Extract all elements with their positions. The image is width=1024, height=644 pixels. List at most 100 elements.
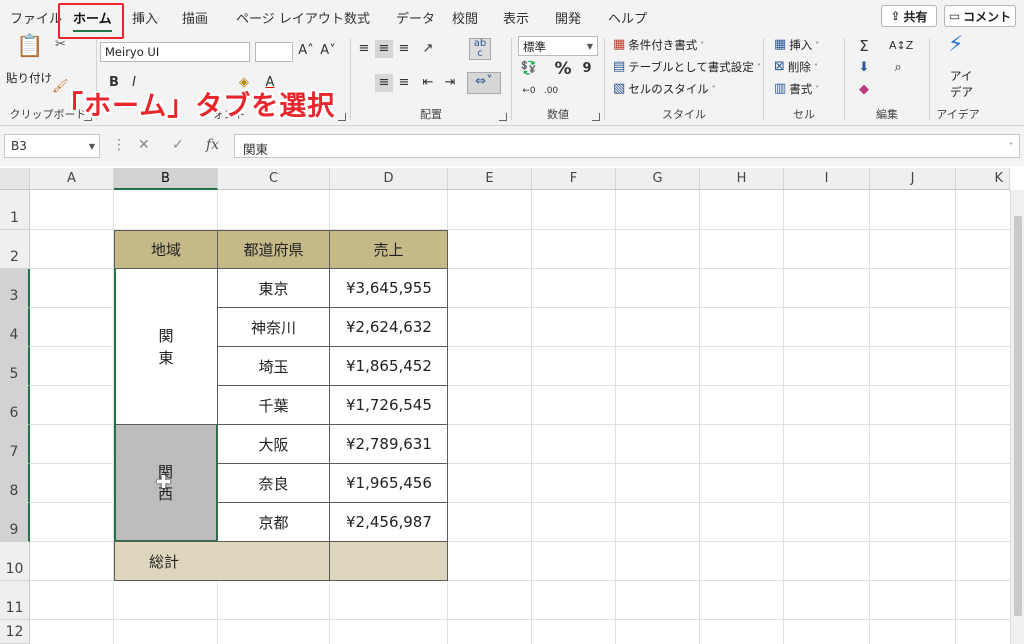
delete-cells-button[interactable]: ⊠ 削除 ˅ bbox=[774, 59, 818, 75]
insert-cells-button[interactable]: ▦ 挿入 ˅ bbox=[774, 37, 819, 53]
align-middle-icon[interactable]: ≡ bbox=[375, 40, 393, 58]
share-button[interactable]: ⇪ 共有 bbox=[881, 5, 937, 27]
comment-button[interactable]: ▭ コメント bbox=[944, 5, 1016, 27]
paste-button[interactable]: 貼り付け bbox=[6, 70, 52, 86]
fill-icon[interactable]: ⬇ bbox=[855, 59, 873, 77]
tab-draw[interactable]: 描画 bbox=[182, 8, 208, 27]
total-label-cell[interactable]: 総計 bbox=[114, 541, 330, 581]
table-header-region[interactable]: 地域 bbox=[114, 230, 218, 269]
column-header-k[interactable]: K bbox=[956, 168, 1010, 190]
align-center-icon[interactable]: ≡ bbox=[375, 74, 393, 92]
tab-file[interactable]: ファイル bbox=[10, 8, 62, 27]
format-cells-button[interactable]: ▥ 書式 ˅ bbox=[774, 81, 819, 97]
row-header-5[interactable]: 5 bbox=[0, 347, 30, 386]
ideas-label-2[interactable]: デア bbox=[950, 84, 973, 100]
cell-styles-button[interactable]: ▧ セルのスタイル ˅ bbox=[613, 81, 716, 97]
region-cell-kanto[interactable]: 関 東 bbox=[114, 268, 218, 425]
table-row-sales[interactable]: ¥3,645,955 bbox=[329, 268, 448, 308]
select-all-corner[interactable] bbox=[0, 168, 30, 190]
table-row-sales[interactable]: ¥2,456,987 bbox=[329, 502, 448, 542]
ideas-label-1[interactable]: アイ bbox=[950, 68, 972, 84]
tab-view[interactable]: 表示 bbox=[503, 8, 529, 27]
row-header-10[interactable]: 10 bbox=[0, 542, 30, 581]
decrease-decimal-icon[interactable]: .00 bbox=[542, 82, 560, 100]
row-header-4[interactable]: 4 bbox=[0, 308, 30, 347]
wrap-text-icon[interactable]: ab c bbox=[469, 38, 491, 60]
increase-decimal-icon[interactable]: ←0 bbox=[520, 82, 538, 100]
comma-button[interactable]: 9 bbox=[578, 60, 596, 78]
row-header-6[interactable]: 6 bbox=[0, 386, 30, 425]
row-header-12[interactable]: 12 bbox=[0, 620, 30, 644]
find-select-icon[interactable]: ⌕ bbox=[889, 59, 907, 77]
tab-data[interactable]: データ bbox=[396, 8, 435, 27]
table-row-prefecture[interactable]: 埼玉 bbox=[217, 346, 330, 386]
column-header-d[interactable]: D bbox=[330, 168, 448, 190]
paste-icon[interactable]: 📋 bbox=[16, 36, 43, 58]
formula-input[interactable]: 関東 ˅ bbox=[234, 134, 1020, 158]
tab-developer[interactable]: 開発 bbox=[555, 8, 581, 27]
row-header-8[interactable]: 8 bbox=[0, 464, 30, 503]
column-header-f[interactable]: F bbox=[532, 168, 616, 190]
grow-font-icon[interactable]: A˄ bbox=[297, 42, 315, 60]
align-right-icon[interactable]: ≡ bbox=[395, 74, 413, 92]
total-value-cell[interactable] bbox=[329, 541, 448, 581]
column-header-i[interactable]: I bbox=[784, 168, 870, 190]
merge-center-icon[interactable]: ⇔˅ bbox=[467, 72, 501, 94]
percent-button[interactable]: % bbox=[554, 60, 572, 78]
font-name-select[interactable]: Meiryo UI bbox=[100, 42, 250, 62]
table-row-prefecture[interactable]: 京都 bbox=[217, 502, 330, 542]
table-row-sales[interactable]: ¥2,789,631 bbox=[329, 424, 448, 464]
scissors-icon[interactable]: ✂ bbox=[55, 38, 66, 52]
expand-formula-icon[interactable]: ˅ bbox=[1009, 142, 1013, 151]
conditional-formatting-button[interactable]: ▦ 条件付き書式 ˅ bbox=[613, 37, 704, 53]
table-row-prefecture[interactable]: 大阪 bbox=[217, 424, 330, 464]
autosum-icon[interactable]: Σ bbox=[855, 37, 873, 55]
tab-review[interactable]: 校閲 bbox=[452, 8, 478, 27]
row-header-11[interactable]: 11 bbox=[0, 581, 30, 620]
alignment-launcher-icon[interactable] bbox=[499, 113, 507, 121]
column-header-j[interactable]: J bbox=[870, 168, 956, 190]
align-top-icon[interactable]: ≡ bbox=[355, 40, 373, 58]
table-row-sales[interactable]: ¥1,965,456 bbox=[329, 463, 448, 503]
lightning-icon[interactable]: ⚡ bbox=[948, 34, 963, 56]
column-header-e[interactable]: E bbox=[448, 168, 532, 190]
orientation-icon[interactable]: ↗ bbox=[419, 40, 437, 58]
row-header-7[interactable]: 7 bbox=[0, 425, 30, 464]
column-header-c[interactable]: C bbox=[218, 168, 330, 190]
increase-indent-icon[interactable]: ⇥ bbox=[441, 74, 459, 92]
column-header-b[interactable]: B bbox=[114, 168, 218, 190]
vertical-scrollbar[interactable] bbox=[1010, 190, 1024, 644]
table-row-sales[interactable]: ¥2,624,632 bbox=[329, 307, 448, 347]
table-row-sales[interactable]: ¥1,726,545 bbox=[329, 385, 448, 425]
tab-page-layout[interactable]: ページ レイアウト bbox=[236, 8, 344, 27]
number-launcher-icon[interactable] bbox=[592, 113, 600, 121]
table-row-sales[interactable]: ¥1,865,452 bbox=[329, 346, 448, 386]
scrollbar-thumb[interactable] bbox=[1014, 216, 1022, 616]
table-header-prefecture[interactable]: 都道府県 bbox=[217, 230, 330, 269]
decrease-indent-icon[interactable]: ⇤ bbox=[419, 74, 437, 92]
tab-help[interactable]: ヘルプ bbox=[608, 8, 647, 27]
align-bottom-icon[interactable]: ≡ bbox=[395, 40, 413, 58]
number-format-select[interactable]: 標準 ▼ bbox=[518, 36, 598, 56]
tab-formulas[interactable]: 数式 bbox=[344, 8, 370, 27]
insert-function-icon[interactable]: fx bbox=[206, 137, 219, 153]
clear-icon[interactable]: ◆ bbox=[855, 81, 873, 99]
table-row-prefecture[interactable]: 神奈川 bbox=[217, 307, 330, 347]
row-header-3[interactable]: 3 bbox=[0, 269, 30, 308]
table-row-prefecture[interactable]: 奈良 bbox=[217, 463, 330, 503]
table-header-sales[interactable]: 売上 bbox=[329, 230, 448, 269]
column-header-g[interactable]: G bbox=[616, 168, 700, 190]
enter-icon[interactable]: ✓ bbox=[172, 137, 184, 153]
tab-insert[interactable]: 挿入 bbox=[132, 8, 158, 27]
cancel-icon[interactable]: ✕ bbox=[138, 137, 150, 153]
shrink-font-icon[interactable]: A˅ bbox=[319, 42, 337, 60]
format-as-table-button[interactable]: ▤ テーブルとして書式設定 ˅ bbox=[613, 59, 761, 75]
font-size-select[interactable] bbox=[255, 42, 293, 62]
font-launcher-icon[interactable] bbox=[338, 113, 346, 121]
table-row-prefecture[interactable]: 東京 bbox=[217, 268, 330, 308]
currency-icon[interactable]: 💱 bbox=[520, 60, 538, 78]
column-header-h[interactable]: H bbox=[700, 168, 784, 190]
row-header-9[interactable]: 9 bbox=[0, 503, 30, 542]
sort-filter-icon[interactable]: A↕Z bbox=[889, 37, 913, 55]
row-header-2[interactable]: 2 bbox=[0, 230, 30, 269]
